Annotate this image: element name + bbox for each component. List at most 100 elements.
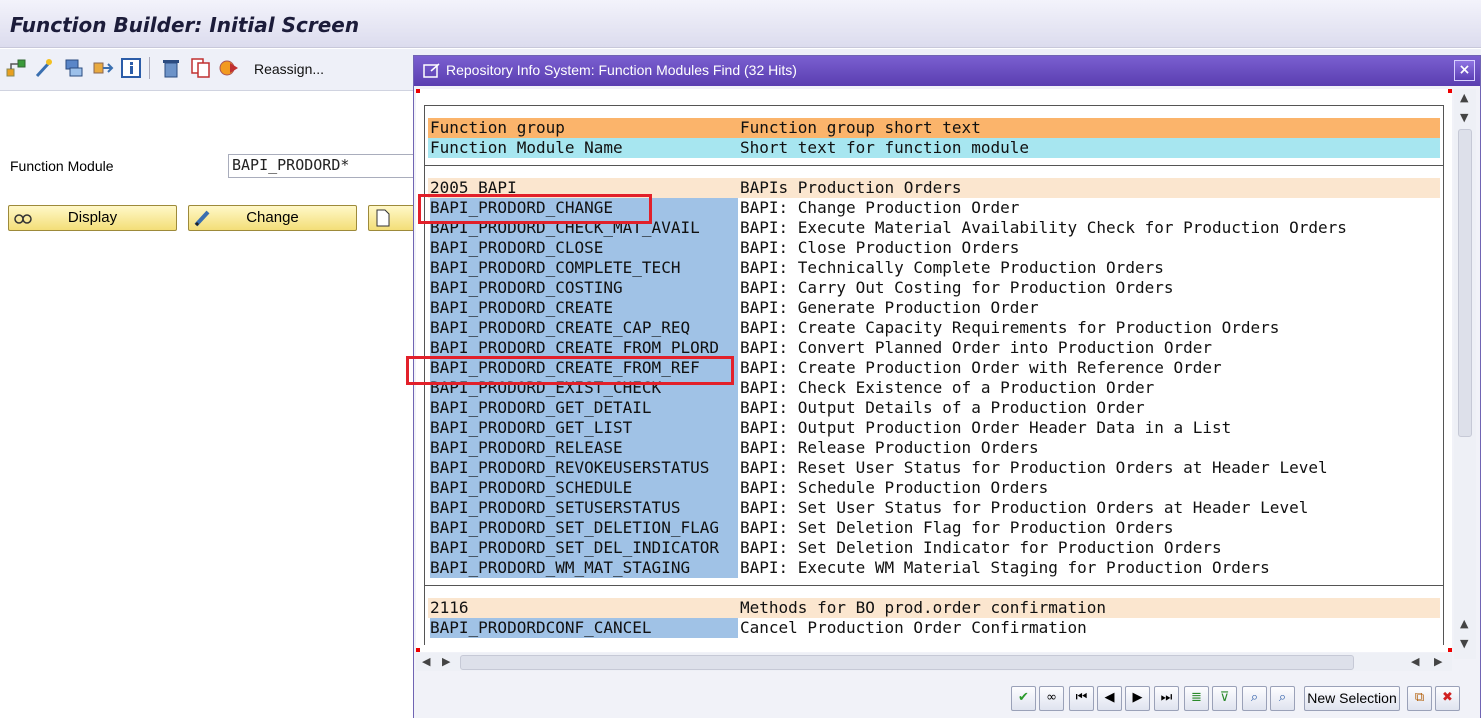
where-used-icon[interactable]	[63, 57, 85, 79]
function-module-name[interactable]: BAPI_PRODORD_CLOSE	[430, 238, 738, 258]
hit-list: Function group Function group short text…	[416, 89, 1452, 652]
copy-icon[interactable]: ⧉	[1407, 686, 1432, 711]
function-module-name[interactable]: BAPI_PRODORD_CHECK_MAT_AVAIL	[430, 218, 738, 238]
change-button[interactable]: Change	[188, 205, 357, 231]
list-item[interactable]: BAPI_PRODORD_EXIST_CHECK BAPI: Check Exis…	[428, 378, 1440, 398]
function-module-name[interactable]: BAPI_PRODORD_REVOKEUSERSTATUS	[430, 458, 738, 478]
scroll-left-icon[interactable]: ◀	[1411, 655, 1419, 668]
transport-icon[interactable]	[92, 57, 114, 79]
list-item[interactable]: BAPI_PRODORD_CREATE_CAP_REQ BAPI: Create …	[428, 318, 1440, 338]
group-text: BAPIs Production Orders	[740, 178, 962, 197]
window-icon	[423, 63, 440, 78]
magic-wand-icon[interactable]	[33, 57, 55, 79]
list-item[interactable]: BAPI_PRODORD_SETUSERSTATUS BAPI: Set User…	[428, 498, 1440, 518]
filter-icon[interactable]: ⊽	[1212, 686, 1237, 711]
function-module-name[interactable]: BAPI_PRODORD_CREATE_FROM_REF	[430, 358, 738, 378]
function-module-name[interactable]: BAPI_PRODORD_GET_LIST	[430, 418, 738, 438]
copy-icon[interactable]	[190, 57, 212, 79]
scrollbar-thumb[interactable]	[1458, 129, 1472, 437]
dialog-button-bar: ✔ ∞ ⏮ ◀ ▶ ⏭ ≣ ⊽ ⌕ ⌕ New Selection ⧉ ✖	[414, 674, 1480, 718]
scroll-right-icon[interactable]: ▶	[1434, 655, 1442, 668]
scroll-right-icon[interactable]: ▶	[442, 655, 450, 668]
list-item[interactable]: BAPI_PRODORD_CHECK_MAT_AVAIL BAPI: Execut…	[428, 218, 1440, 238]
scrollbar-thumb[interactable]	[460, 655, 1354, 670]
scroll-up-icon[interactable]: ▲	[1460, 617, 1468, 630]
horizontal-scrollbar[interactable]: ◀ ▶ ◀ ▶	[416, 653, 1452, 671]
list-corner-marker	[416, 648, 420, 652]
list-item[interactable]: BAPI_PRODORD_WM_MAT_STAGING BAPI: Execute…	[428, 558, 1440, 578]
group-row[interactable]: 2116 Methods for BO prod.order confirmat…	[428, 598, 1440, 618]
function-module-input[interactable]: BAPI_PRODORD*	[228, 154, 428, 178]
function-module-text: BAPI: Technically Complete Production Or…	[740, 258, 1440, 278]
list-item[interactable]: BAPI_PRODORD_SET_DEL_INDICATOR BAPI: Set …	[428, 538, 1440, 558]
first-page-icon[interactable]: ⏮	[1069, 686, 1094, 711]
group-name: 2005 BAPI	[430, 178, 517, 197]
close-icon[interactable]: ×	[1454, 60, 1475, 81]
list-item[interactable]: BAPI_PRODORD_COMPLETE_TECH BAPI: Technica…	[428, 258, 1440, 278]
list-item[interactable]: BAPI_PRODORD_SCHEDULE BAPI: Schedule Prod…	[428, 478, 1440, 498]
group-name: 2116	[430, 598, 469, 617]
function-module-name[interactable]: BAPI_PRODORD_CHANGE	[430, 198, 738, 218]
scroll-down-icon[interactable]: ▼	[1460, 637, 1468, 650]
function-module-name[interactable]: BAPI_PRODORD_RELEASE	[430, 438, 738, 458]
list-item[interactable]: BAPI_PRODORD_GET_LIST BAPI: Output Produc…	[428, 418, 1440, 438]
create-button[interactable]	[368, 205, 418, 231]
info-icon[interactable]	[120, 57, 142, 79]
list-item[interactable]: BAPI_PRODORD_REVOKEUSERSTATUS BAPI: Reset…	[428, 458, 1440, 478]
vertical-scrollbar[interactable]: ▲ ▼ ▲ ▼	[1454, 89, 1476, 659]
header-row: Function Module Name Short text for func…	[428, 138, 1440, 158]
find-icon[interactable]: ⌕	[1242, 686, 1267, 711]
title-bar: Function Builder: Initial Screen	[0, 0, 1481, 48]
list-item[interactable]: BAPI_PRODORD_CREATE_FROM_REF BAPI: Create…	[428, 358, 1440, 378]
previous-page-icon[interactable]: ◀	[1097, 686, 1122, 711]
scroll-up-icon[interactable]: ▲	[1460, 91, 1468, 104]
scroll-down-icon[interactable]: ▼	[1460, 111, 1468, 124]
list-item[interactable]: BAPI_PRODORDCONF_CANCEL Cancel Production…	[428, 618, 1440, 638]
pencil-icon	[194, 210, 210, 227]
cancel-icon[interactable]: ✖	[1435, 686, 1460, 711]
new-selection-button[interactable]: New Selection	[1304, 686, 1400, 711]
function-module-name[interactable]: BAPI_PRODORD_SCHEDULE	[430, 478, 738, 498]
display-button[interactable]: Display	[8, 205, 177, 231]
function-module-name[interactable]: BAPI_PRODORD_CREATE_CAP_REQ	[430, 318, 738, 338]
list-item[interactable]: BAPI_PRODORD_RELEASE BAPI: Release Produc…	[428, 438, 1440, 458]
function-module-name[interactable]: BAPI_PRODORD_SETUSERSTATUS	[430, 498, 738, 518]
function-module-name[interactable]: BAPI_PRODORD_CREATE_FROM_PLORD	[430, 338, 738, 358]
next-page-icon[interactable]: ▶	[1125, 686, 1150, 711]
checkmark-icon[interactable]: ✔	[1011, 686, 1036, 711]
rename-icon[interactable]	[218, 57, 240, 79]
glasses-icon[interactable]: ∞	[1039, 686, 1064, 711]
scroll-left-icon[interactable]: ◀	[422, 655, 430, 668]
list-item[interactable]: BAPI_PRODORD_SET_DELETION_FLAG BAPI: Set …	[428, 518, 1440, 538]
function-module-text: Cancel Production Order Confirmation	[740, 618, 1440, 638]
function-module-name[interactable]: BAPI_PRODORD_COSTING	[430, 278, 738, 298]
group-row[interactable]: 2005 BAPI BAPIs Production Orders	[428, 178, 1440, 198]
last-page-icon[interactable]: ⏭	[1154, 686, 1179, 711]
header-top-border	[424, 105, 1444, 106]
sort-icon[interactable]: ≣	[1184, 686, 1209, 711]
function-module-text: BAPI: Set Deletion Flag for Production O…	[740, 518, 1440, 538]
find-next-icon[interactable]: ⌕	[1270, 686, 1295, 711]
delete-icon[interactable]	[160, 57, 182, 79]
list-item[interactable]: BAPI_PRODORD_CLOSE BAPI: Close Production…	[428, 238, 1440, 258]
other-object-icon[interactable]	[5, 57, 27, 79]
function-module-text: BAPI: Create Production Order with Refer…	[740, 358, 1440, 378]
function-module-name[interactable]: BAPI_PRODORD_SET_DELETION_FLAG	[430, 518, 738, 538]
function-module-name[interactable]: BAPI_PRODORD_COMPLETE_TECH	[430, 258, 738, 278]
function-module-name[interactable]: BAPI_PRODORD_WM_MAT_STAGING	[430, 558, 738, 578]
list-item[interactable]: BAPI_PRODORD_CREATE_FROM_PLORD BAPI: Conv…	[428, 338, 1440, 358]
function-module-text: BAPI: Set Deletion Indicator for Product…	[740, 538, 1440, 558]
list-item[interactable]: BAPI_PRODORD_CHANGE BAPI: Change Producti…	[428, 198, 1440, 218]
glasses-icon	[14, 214, 32, 224]
list-item[interactable]: BAPI_PRODORD_GET_DETAIL BAPI: Output Deta…	[428, 398, 1440, 418]
dialog-title: Repository Info System: Function Modules…	[446, 62, 797, 78]
function-module-name[interactable]: BAPI_PRODORD_EXIST_CHECK	[430, 378, 738, 398]
function-module-name[interactable]: BAPI_PRODORD_SET_DEL_INDICATOR	[430, 538, 738, 558]
function-module-name[interactable]: BAPI_PRODORD_CREATE	[430, 298, 738, 318]
function-module-name[interactable]: BAPI_PRODORDCONF_CANCEL	[430, 618, 738, 638]
list-item[interactable]: BAPI_PRODORD_COSTING BAPI: Carry Out Cost…	[428, 278, 1440, 298]
list-item[interactable]: BAPI_PRODORD_CREATE BAPI: Generate Produc…	[428, 298, 1440, 318]
function-module-name[interactable]: BAPI_PRODORD_GET_DETAIL	[430, 398, 738, 418]
reassign-button[interactable]: Reassign...	[254, 61, 324, 77]
header-cell: Function group short text	[740, 118, 981, 137]
